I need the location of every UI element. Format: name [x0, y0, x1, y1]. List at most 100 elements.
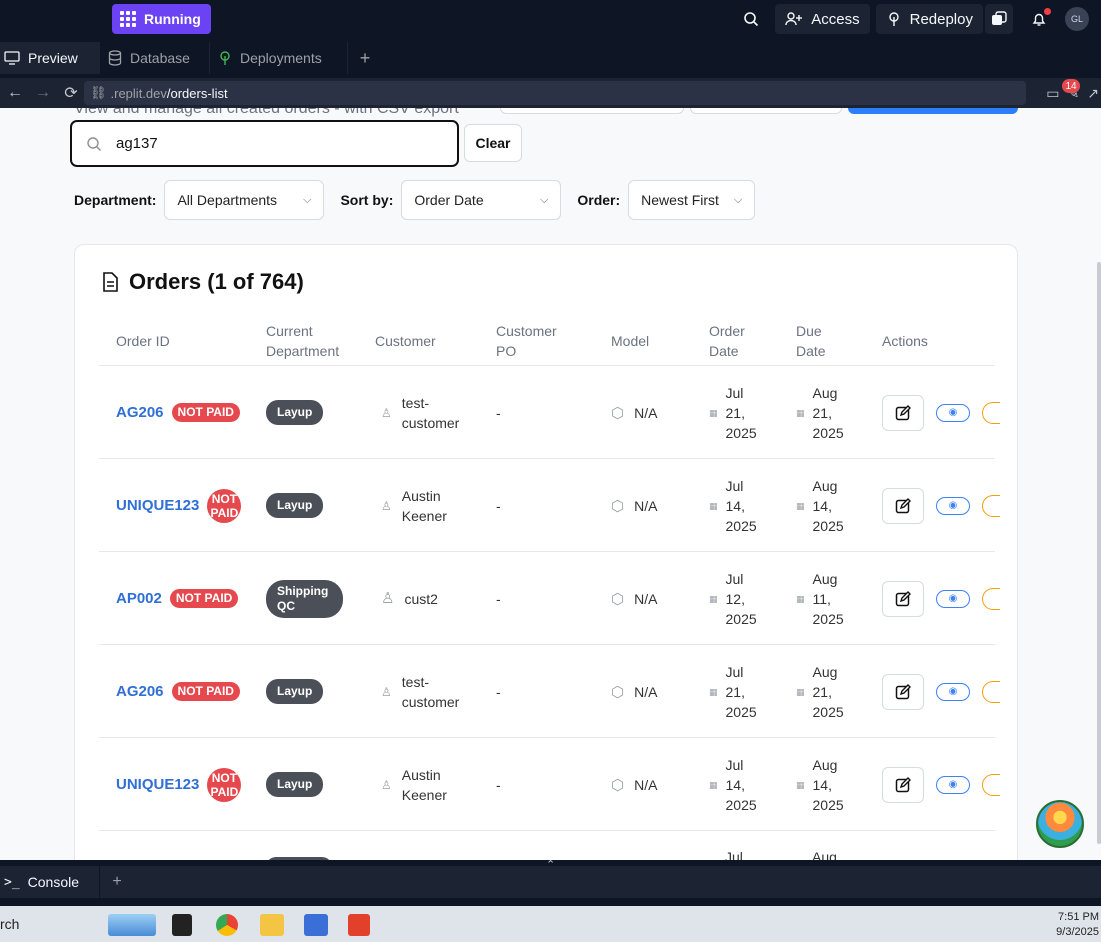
header-button-2[interactable]: [690, 108, 842, 114]
department-value: All Departments: [177, 192, 278, 208]
edit-button[interactable]: [882, 766, 924, 803]
tab-console[interactable]: >_ Console: [0, 866, 100, 898]
avatar[interactable]: GL: [1065, 7, 1089, 31]
tab-deployments[interactable]: Deployments: [210, 42, 348, 74]
orders-title: Orders (1 of 764): [101, 269, 304, 295]
order-id-link[interactable]: UNIQUE123: [116, 776, 199, 793]
department-select[interactable]: All Departments ⌵: [164, 180, 325, 220]
order-id-link[interactable]: AG206: [116, 683, 164, 700]
tab-preview[interactable]: Preview: [0, 42, 100, 74]
due-date-line: 2025: [812, 517, 844, 534]
order-date-line: 14,: [725, 497, 745, 514]
chrome-icon[interactable]: [216, 914, 238, 936]
badge-line: PAID: [210, 505, 239, 520]
more-action-button[interactable]: [982, 773, 1000, 796]
new-panel-tab-button[interactable]: +: [100, 873, 134, 891]
task-view-icon[interactable]: [172, 914, 192, 936]
sort-select[interactable]: Order Date ⌵: [401, 180, 562, 220]
view-button[interactable]: ◉: [936, 682, 970, 701]
city-widget-icon[interactable]: [108, 914, 156, 936]
model-value: N/A: [634, 683, 658, 700]
workspace-tabs: Preview Database Deployments +: [0, 42, 1101, 74]
notifications-button[interactable]: [1021, 4, 1057, 34]
scrollbar[interactable]: [1097, 262, 1101, 844]
edit-button[interactable]: [882, 487, 924, 524]
payment-status-badge: NOT PAID: [169, 589, 239, 608]
edit-button[interactable]: [882, 673, 924, 710]
new-tab-button[interactable]: +: [348, 42, 382, 74]
header-button-1[interactable]: [500, 108, 684, 114]
customer-po: -: [496, 404, 501, 421]
edit-button[interactable]: [882, 394, 924, 431]
external-link-icon[interactable]: ↗: [1087, 85, 1099, 102]
model-value: N/A: [634, 404, 658, 421]
view-button[interactable]: ◉: [936, 403, 970, 422]
more-action-button[interactable]: [982, 401, 1000, 424]
model-value: N/A: [634, 590, 658, 607]
run-status-button[interactable]: Running: [112, 4, 211, 34]
view-button[interactable]: ◉: [936, 589, 970, 608]
col-order-date[interactable]: Order Date: [709, 321, 745, 361]
due-date-line: Aug: [812, 477, 838, 494]
clock-time: 7:51 PM: [1058, 911, 1099, 923]
edit-button[interactable]: [882, 580, 924, 617]
tab-database[interactable]: Database: [100, 42, 210, 74]
due-date-line: 11,: [812, 590, 831, 607]
clear-button[interactable]: Clear: [464, 124, 522, 162]
department-badge: Layup: [266, 493, 324, 518]
more-action-button[interactable]: [982, 680, 1000, 703]
col-current-department[interactable]: Current Department: [266, 321, 339, 361]
order-id-link[interactable]: AG206: [116, 404, 164, 421]
col-model[interactable]: Model: [611, 331, 649, 351]
search-button[interactable]: [733, 4, 769, 34]
more-action-button[interactable]: [982, 587, 1000, 610]
view-button[interactable]: ◉: [936, 496, 970, 515]
tab-database-label: Database: [130, 50, 190, 66]
url-domain: .replit.dev: [110, 85, 167, 101]
folder-icon[interactable]: [260, 914, 284, 936]
order-date-line: 21,: [725, 683, 745, 700]
order-id-link[interactable]: UNIQUE123: [116, 497, 199, 514]
col-customer[interactable]: Customer: [375, 331, 436, 351]
assistant-fab-button[interactable]: [1036, 800, 1084, 848]
deploy-icon: [888, 12, 899, 26]
search-input[interactable]: [116, 135, 416, 152]
back-button[interactable]: ←: [2, 80, 28, 106]
access-button[interactable]: Access: [775, 4, 870, 34]
system-clock[interactable]: 7:51 PM 9/3/2025: [1056, 910, 1099, 940]
calendar-icon: ▦: [796, 500, 805, 511]
pdf-app-icon[interactable]: [348, 914, 370, 936]
url-input[interactable]: ⛓ .replit.dev/orders-list: [84, 81, 1026, 105]
page-subtitle: View and manage all created orders - wit…: [74, 108, 459, 117]
due-date-line: 2025: [812, 424, 844, 441]
more-action-button[interactable]: [982, 494, 1000, 517]
tab-preview-label: Preview: [28, 50, 78, 66]
col-order-id[interactable]: Order ID: [116, 331, 170, 351]
view-button[interactable]: ◉: [936, 775, 970, 794]
reload-button[interactable]: ⟳: [58, 80, 84, 106]
customer-name-line: cust2: [404, 590, 438, 607]
access-label: Access: [811, 10, 860, 28]
redeploy-button[interactable]: Redeploy: [875, 4, 983, 34]
department-badge: Layup: [266, 400, 324, 425]
table-row: UNIQUE123 NOT PAID Layup ♙ Austin Keener - ⬡…: [99, 738, 1000, 831]
order-select[interactable]: Newest First ⌵: [628, 180, 756, 220]
network-app-icon[interactable]: [304, 914, 328, 936]
department-badge: [266, 857, 332, 860]
forward-button[interactable]: →: [30, 80, 56, 106]
orders-card: Orders (1 of 764) Order ID Current Depart…: [74, 244, 1018, 860]
department-badge: Layup: [266, 679, 324, 704]
plus-icon: +: [359, 47, 371, 68]
taskbar-search[interactable]: rch: [0, 906, 19, 942]
devices-icon[interactable]: ▭: [1046, 85, 1059, 102]
due-date-line: Aug: [812, 849, 837, 860]
header-button-primary[interactable]: [848, 108, 1018, 114]
search-field[interactable]: [70, 120, 459, 167]
order-id-link[interactable]: AP002: [116, 590, 162, 607]
col-customer-po[interactable]: Customer PO: [496, 321, 557, 361]
windows-icon: [992, 11, 1007, 25]
due-date-line: 2025: [812, 796, 844, 813]
multiplayer-button[interactable]: [985, 4, 1013, 34]
col-due-date[interactable]: Due Date: [796, 321, 826, 361]
payment-status-badge: NOT PAID: [207, 488, 242, 523]
